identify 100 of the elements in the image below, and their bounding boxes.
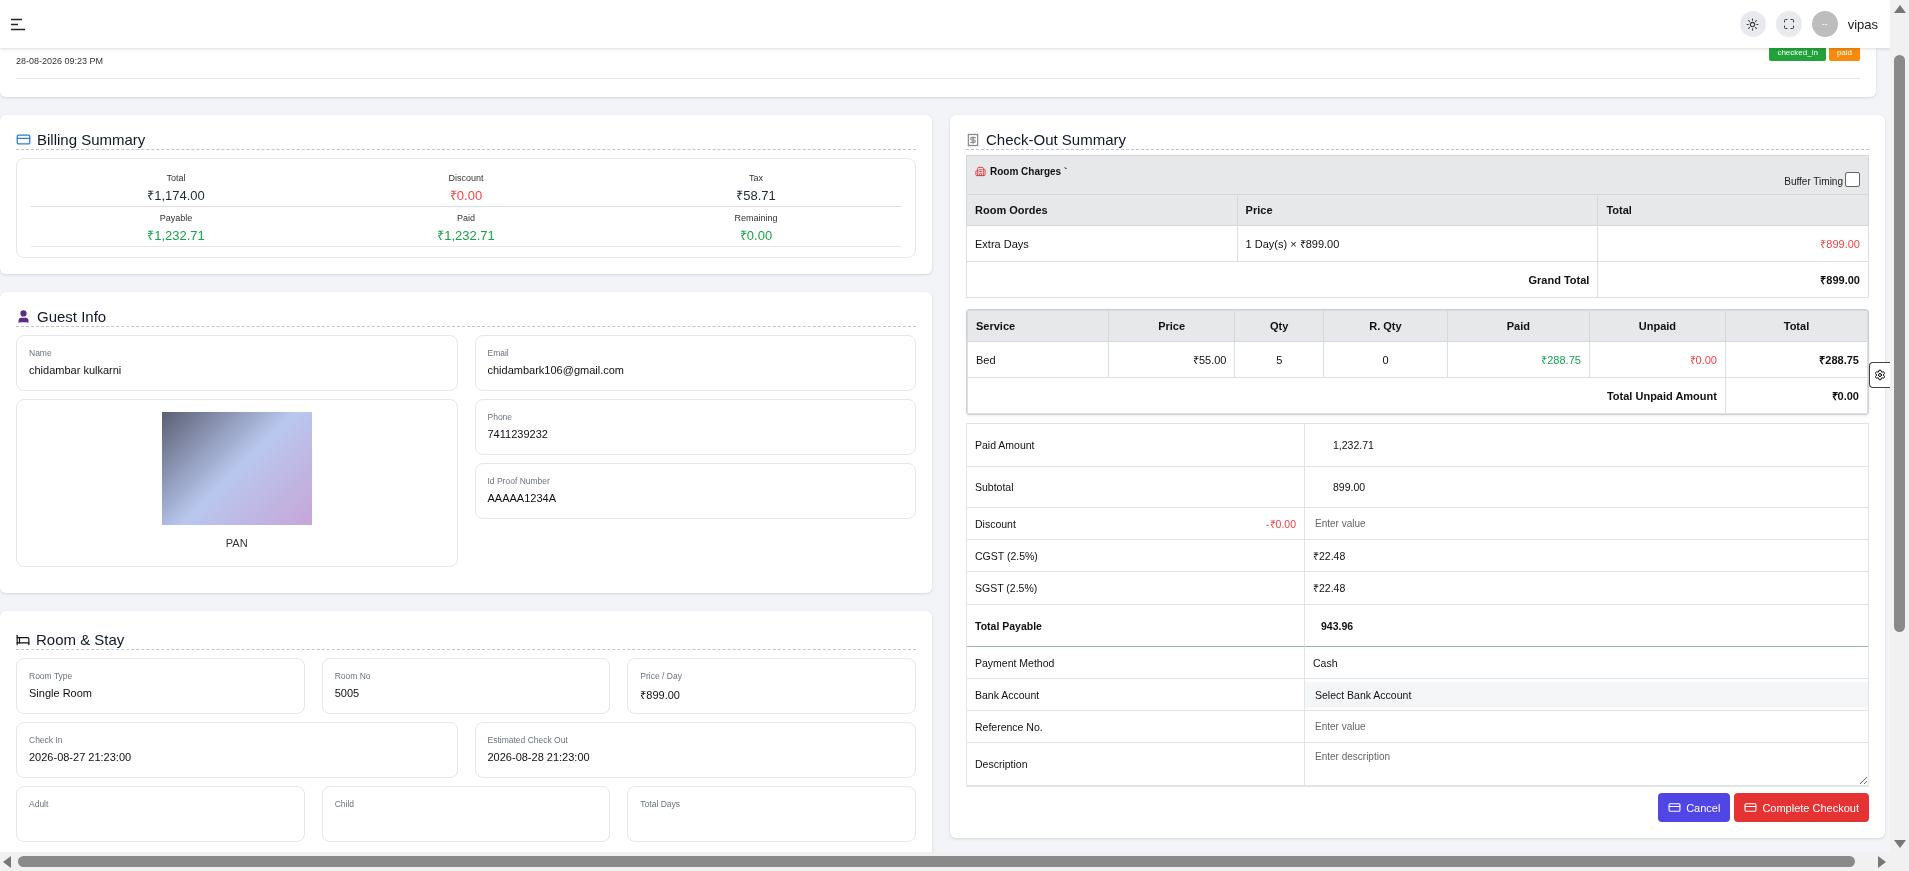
field-label: Child <box>334 799 356 809</box>
complete-checkout-button[interactable]: Complete Checkout <box>1734 793 1869 822</box>
row-label: Discount <box>975 517 1016 530</box>
settings-icon <box>1874 369 1886 381</box>
summary-label: Discount <box>448 173 484 183</box>
table-cell: 1 Day(s) × ₹899.00 <box>1237 225 1598 262</box>
field-label: Name <box>29 348 53 358</box>
status-badge: checked_in <box>1769 48 1826 61</box>
field-value: 5005 <box>334 687 361 699</box>
summary-label: Tax <box>749 173 763 183</box>
column-header: Room Oordes <box>966 194 1238 226</box>
column-header: Unpaid <box>1589 310 1726 342</box>
summary-label: Remaining <box>734 213 778 223</box>
field-value: chidambark106@gmail.com <box>487 364 625 376</box>
row-label: SGST (2.5%) <box>975 582 1038 594</box>
input-field[interactable]: Enter value <box>1305 508 1868 539</box>
row-label: Reference No. <box>975 720 1043 733</box>
row-label: Bank Account <box>975 688 1040 701</box>
section-title: Guest Info <box>37 308 107 325</box>
column-header: Qty <box>1234 310 1324 342</box>
field-value: chidambar kulkarni <box>29 364 123 376</box>
field-label: Estimated Check Out <box>487 735 569 745</box>
receipt-icon <box>966 132 980 147</box>
discount-amount: -₹0.00 <box>1266 516 1296 531</box>
table-title: Room Charges ` <box>990 165 1068 177</box>
table-cell: ₹288.75 <box>1447 341 1590 378</box>
table-cell: 5 <box>1234 341 1324 378</box>
field-value: Cash <box>1312 656 1338 669</box>
column-header: Price <box>1237 194 1598 226</box>
field-label: Room No <box>334 671 372 681</box>
input-field[interactable]: Enter value <box>1305 711 1868 742</box>
field-value: ₹22.48 <box>1312 581 1346 595</box>
section-title: Billing Summary <box>37 131 146 148</box>
scroll-right-icon[interactable] <box>1878 856 1886 868</box>
total-label: Grand Total <box>966 261 1598 298</box>
field-value: AAAAA1234A <box>487 492 557 504</box>
select-field[interactable]: Select Bank Account <box>1305 682 1868 707</box>
column-header: Total <box>1725 310 1868 342</box>
row-label: Paid Amount <box>975 439 1035 451</box>
sun-icon <box>1746 17 1760 31</box>
field-value: Single Room <box>29 687 93 699</box>
row-label: Subtotal <box>975 481 1014 493</box>
row-label: Payment Method <box>975 656 1055 669</box>
menu-icon[interactable] <box>10 17 26 31</box>
checkbox-label: Buffer Timing <box>1784 175 1843 187</box>
summary-value: ₹0.00 <box>449 187 483 204</box>
row-label: Description <box>975 758 1028 770</box>
field-value: 7411239232 <box>487 428 549 440</box>
scroll-left-icon[interactable] <box>3 856 11 868</box>
fullscreen-button[interactable] <box>1775 11 1802 37</box>
table-cell: Extra Days <box>966 225 1238 262</box>
field-value: 2026-08-27 21:23:00 <box>29 751 133 763</box>
field-label: Total Days <box>640 799 681 809</box>
field-value: 899.00 <box>1332 481 1366 493</box>
total-value: 943.96 <box>1320 619 1354 632</box>
scroll-up-icon[interactable] <box>1894 5 1906 13</box>
field-label: Email <box>487 348 510 358</box>
summary-label: Payable <box>159 213 193 223</box>
field-label: Adult <box>29 799 50 809</box>
summary-value: ₹0.00 <box>739 227 773 244</box>
field-label: Check In <box>29 735 64 745</box>
row-label: Total Payable <box>975 619 1042 632</box>
table-cell: 0 <box>1323 341 1448 378</box>
scroll-down-icon[interactable] <box>1894 840 1906 848</box>
booking-date: 28-08-2026 09:23 PM <box>16 56 104 66</box>
table-cell: Bed <box>967 341 1109 378</box>
column-header: Paid <box>1447 310 1590 342</box>
scrollbar-thumb[interactable] <box>1894 55 1905 632</box>
summary-value: ₹1,232.71 <box>147 227 205 244</box>
fullscreen-icon <box>1782 18 1795 30</box>
credit-card-icon <box>1744 801 1758 814</box>
field-label: Phone <box>487 412 514 422</box>
field-label: Room Type <box>29 671 74 681</box>
summary-value: ₹1,174.00 <box>147 187 205 204</box>
bed-icon <box>16 632 30 647</box>
column-header: R. Qty <box>1323 310 1448 342</box>
summary-value: ₹58.71 <box>736 187 776 204</box>
column-header: Total <box>1597 194 1869 226</box>
cancel-button[interactable]: Cancel <box>1658 793 1731 822</box>
summary-label: Paid <box>457 213 475 223</box>
credit-card-icon <box>16 132 31 147</box>
settings-button[interactable] <box>1869 362 1890 388</box>
row-label: CGST (2.5%) <box>975 549 1038 562</box>
field-value: 1,232.71 <box>1332 439 1374 451</box>
status-badge: paid <box>1828 48 1860 61</box>
column-header: Service <box>967 310 1109 342</box>
field-value: ₹899.00 <box>640 688 681 702</box>
field-label: Price / Day <box>640 671 683 681</box>
table-cell: ₹288.75 <box>1725 341 1868 378</box>
id-type-caption: PAN <box>225 537 248 549</box>
summary-value: ₹1,232.71 <box>437 227 495 244</box>
person-icon <box>16 309 31 324</box>
theme-toggle-button[interactable] <box>1739 11 1766 37</box>
scrollbar-thumb[interactable] <box>18 856 1855 867</box>
total-label: Total Unpaid Amount <box>967 377 1726 414</box>
user-name[interactable]: vipas <box>1847 16 1878 32</box>
building-icon <box>975 165 986 177</box>
summary-label: Total <box>166 173 186 183</box>
table-cell: ₹55.00 <box>1108 341 1235 378</box>
buffer-checkbox[interactable] <box>1845 171 1860 187</box>
